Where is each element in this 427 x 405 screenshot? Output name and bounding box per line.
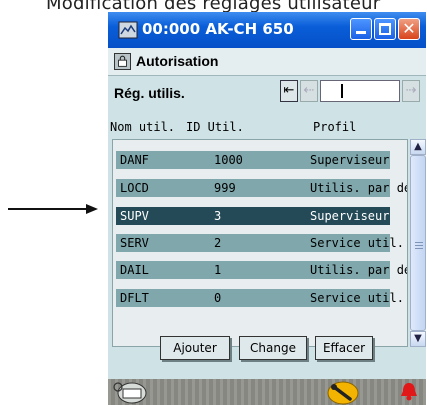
maximize-button[interactable] — [374, 18, 396, 40]
device-window: 00:000 AK-CH 650 ✕ Autorisation Rég. uti… — [108, 12, 426, 405]
column-header-profile[interactable]: Profil — [313, 120, 356, 134]
next-page-button[interactable]: ⇢ — [402, 80, 420, 102]
table-row[interactable]: DFLT 0 Service util. — [116, 289, 404, 307]
user-id-cell: 0 — [214, 291, 222, 305]
user-profile-cell: Service util. — [310, 291, 404, 305]
window-title: 00:000 AK-CH 650 — [142, 20, 294, 38]
user-profile-cell: Utilis. par défaut — [310, 181, 407, 195]
list-scrollbar[interactable]: ▲ ▼ — [410, 139, 426, 347]
close-button[interactable]: ✕ — [398, 18, 420, 40]
table-row-selected[interactable]: SUPV 3 Superviseur — [116, 207, 390, 225]
column-header-id[interactable]: ID Util. — [186, 120, 244, 134]
menu-bar: Autorisation — [108, 48, 426, 76]
chevron-down-icon: ▼ — [414, 333, 422, 344]
user-id-cell: 999 — [214, 181, 236, 195]
user-name-cell: DFLT — [120, 291, 149, 305]
scroll-down-button[interactable]: ▼ — [410, 331, 426, 347]
text-cursor — [341, 84, 343, 98]
app-icon — [118, 21, 138, 39]
menu-authorization[interactable]: Autorisation — [136, 53, 218, 69]
title-bar: 00:000 AK-CH 650 ✕ — [108, 12, 426, 48]
padlock-icon — [114, 53, 131, 70]
wrench-icon[interactable] — [326, 381, 360, 405]
status-bar-texture — [108, 379, 426, 405]
previous-page-icon: ⇠ — [303, 83, 315, 98]
maximize-icon — [379, 23, 391, 35]
user-id-cell: 3 — [214, 209, 222, 223]
user-profile-cell: Service util. — [310, 236, 404, 250]
table-row[interactable]: DAIL 1 Utilis. par défaut — [116, 261, 407, 279]
table-row[interactable]: DANF 1000 Superviseur — [116, 151, 390, 169]
first-page-icon: ⇤ — [283, 83, 295, 98]
change-button[interactable]: Change — [239, 336, 307, 360]
delete-button[interactable]: Effacer — [315, 336, 373, 360]
user-name-cell: DANF — [120, 153, 149, 167]
add-button[interactable]: Ajouter — [160, 336, 230, 360]
table-row[interactable]: SERV 2 Service util. — [116, 234, 404, 252]
grip-icon — [415, 242, 423, 243]
page-field[interactable] — [320, 80, 400, 102]
user-name-cell: DAIL — [120, 263, 149, 277]
next-page-icon: ⇢ — [405, 83, 417, 98]
scroll-up-button[interactable]: ▲ — [410, 139, 426, 155]
user-name-cell: LOCD — [120, 181, 149, 195]
user-profile-cell: Utilis. par défaut — [310, 263, 407, 277]
user-id-cell: 1 — [214, 263, 222, 277]
scroll-thumb[interactable] — [410, 155, 426, 331]
user-name-cell: SERV — [120, 236, 149, 250]
table-row[interactable]: LOCD 999 Utilis. par défaut — [116, 179, 407, 197]
previous-page-button[interactable]: ⇠ — [300, 80, 318, 102]
bell-icon[interactable] — [400, 381, 418, 401]
user-profile-cell: Superviseur — [310, 209, 390, 223]
minimize-icon — [356, 31, 366, 34]
user-id-cell: 1000 — [214, 153, 243, 167]
column-header-name[interactable]: Nom util. — [110, 120, 175, 134]
user-id-cell: 2 — [214, 236, 222, 250]
chevron-up-icon: ▲ — [414, 141, 422, 152]
minimize-button[interactable] — [350, 18, 372, 40]
user-profile-cell: Superviseur — [310, 153, 390, 167]
close-icon: ✕ — [402, 19, 416, 38]
screen-title: Rég. utilis. — [114, 85, 185, 101]
user-list: DANF 1000 Superviseur LOCD 999 Utilis. p… — [112, 139, 408, 347]
user-name-cell: SUPV — [120, 209, 149, 223]
status-bar — [108, 379, 426, 405]
first-page-button[interactable]: ⇤ — [280, 80, 298, 102]
keyboard-icon[interactable] — [108, 379, 148, 405]
pointer-arrow — [8, 204, 98, 214]
